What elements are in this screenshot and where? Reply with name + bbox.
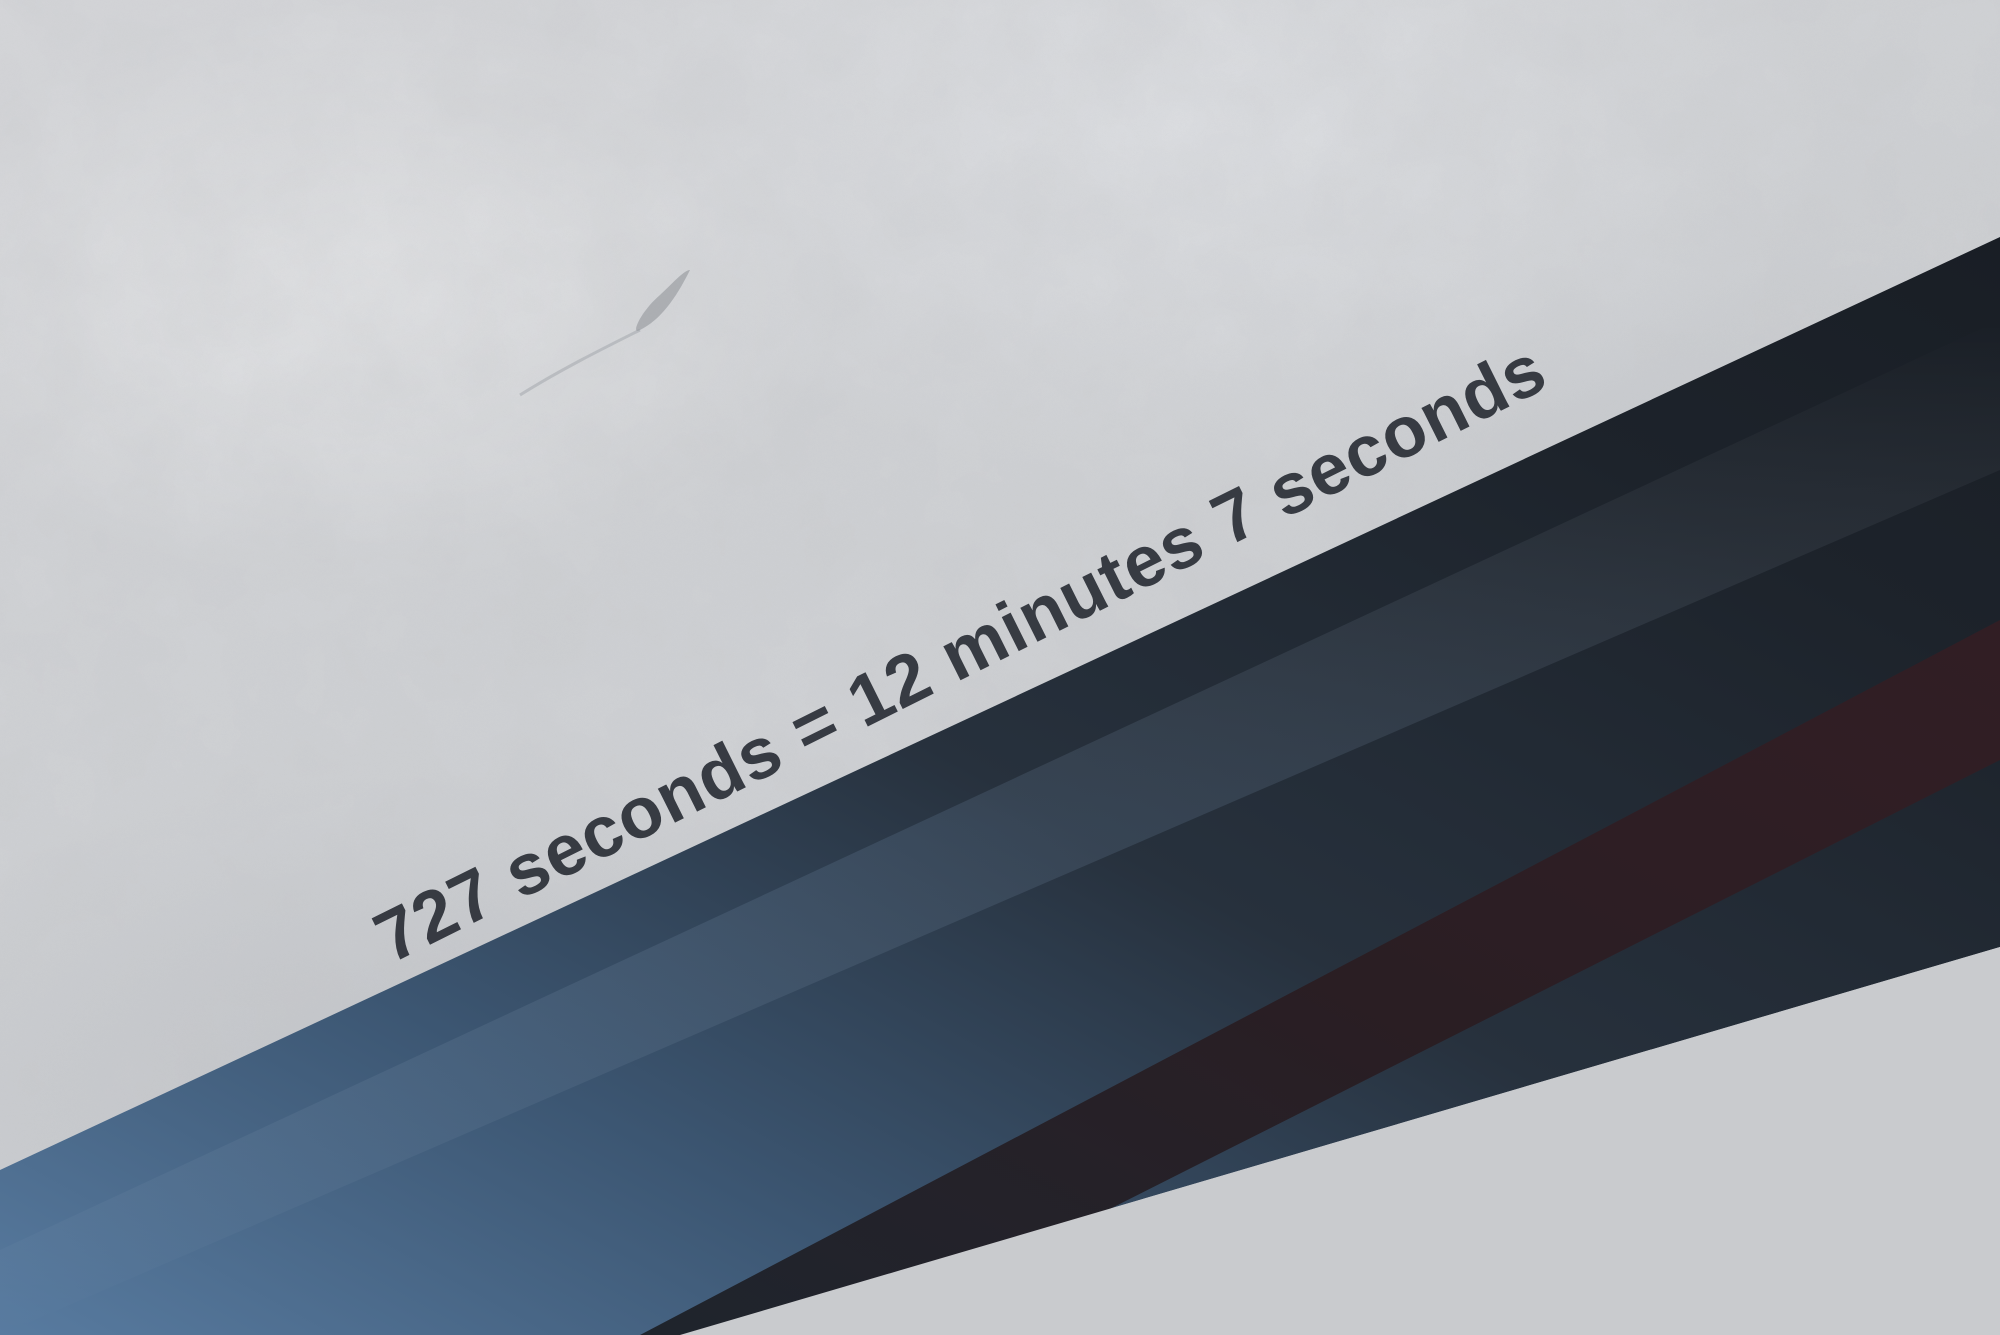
photo-scene: 727 seconds = 12 minutes 7 seconds [0, 0, 2000, 1335]
